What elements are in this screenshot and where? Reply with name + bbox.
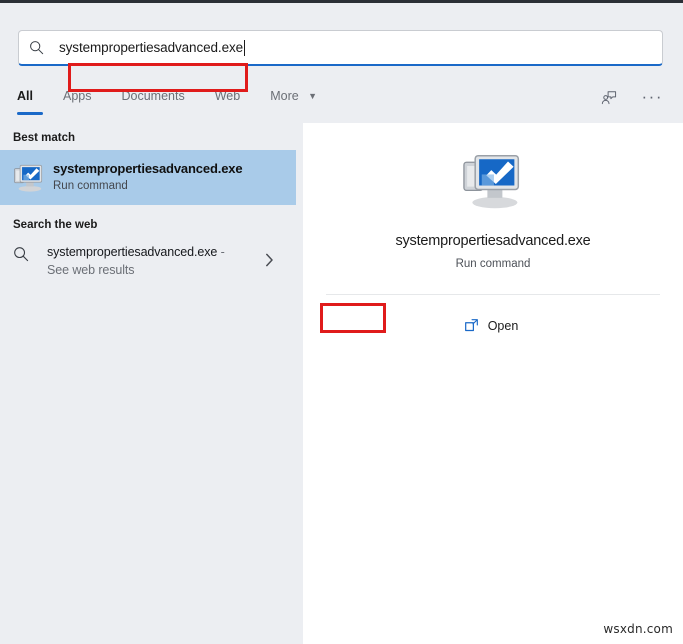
preview-subtitle: Run command xyxy=(455,258,531,270)
open-button-label: Open xyxy=(487,318,519,333)
open-external-icon xyxy=(464,318,479,333)
results-panes: Best match systempropertiesadvanced.exe … xyxy=(0,123,683,644)
tab-apps[interactable]: Apps xyxy=(63,81,108,103)
tab-documents-label: Documents xyxy=(121,89,185,103)
web-result-query: systempropertiesadvanced.exe xyxy=(47,245,218,259)
search-web-heading: Search the web xyxy=(13,219,98,231)
more-options-ellipsis[interactable]: ··· xyxy=(642,88,663,105)
best-match-subtitle: Run command xyxy=(53,180,128,192)
filter-tabs-row: All Apps Documents Web More ▼ ··· xyxy=(0,81,683,123)
best-match-title: systempropertiesadvanced.exe xyxy=(53,161,243,176)
filter-tabs: All Apps Documents Web More ▼ xyxy=(0,81,347,115)
web-result-row[interactable]: systempropertiesadvanced.exe - See web r… xyxy=(0,237,296,285)
preview-title: systempropertiesadvanced.exe xyxy=(395,233,591,249)
results-list-pane: Best match systempropertiesadvanced.exe … xyxy=(0,123,296,644)
best-match-result-row[interactable]: systempropertiesadvanced.exe Run command xyxy=(0,150,296,205)
chevron-down-icon: ▼ xyxy=(308,91,318,101)
tab-active-underline xyxy=(17,112,43,115)
watermark: wsxdn.com xyxy=(603,622,673,636)
tab-web-label: Web xyxy=(214,89,241,103)
best-match-heading: Best match xyxy=(13,132,75,144)
tab-all[interactable]: All xyxy=(17,81,49,115)
search-icon xyxy=(19,40,53,55)
best-match-texts: systempropertiesadvanced.exe Run command xyxy=(49,161,243,194)
system-properties-monitor-icon xyxy=(13,163,49,193)
search-bar-container: systempropertiesadvanced.exe xyxy=(18,30,663,92)
windows-search-flyout: systempropertiesadvanced.exe All Apps Do… xyxy=(0,0,683,644)
preview-divider xyxy=(326,294,660,295)
search-query-text: systempropertiesadvanced.exe xyxy=(59,40,244,55)
search-input[interactable]: systempropertiesadvanced.exe xyxy=(53,31,662,64)
tab-web[interactable]: Web xyxy=(215,81,256,103)
feedback-person-icon[interactable] xyxy=(598,86,620,108)
chevron-right-icon[interactable] xyxy=(265,253,274,270)
text-caret xyxy=(244,39,246,56)
web-result-text: systempropertiesadvanced.exe - See web r… xyxy=(47,243,242,279)
tab-documents[interactable]: Documents xyxy=(121,81,200,103)
search-icon xyxy=(13,243,47,262)
tab-all-label: All xyxy=(17,89,33,103)
tab-more-label: More xyxy=(270,89,299,103)
preview-actions: Open xyxy=(303,312,683,339)
header-actions: ··· xyxy=(598,81,683,108)
search-bar[interactable]: systempropertiesadvanced.exe xyxy=(18,30,663,66)
open-button[interactable]: Open xyxy=(454,312,533,339)
preview-pane: systempropertiesadvanced.exe Run command… xyxy=(303,123,683,644)
preview-content: systempropertiesadvanced.exe Run command xyxy=(303,123,683,270)
system-properties-monitor-icon xyxy=(461,149,525,213)
tab-apps-label: Apps xyxy=(62,89,92,103)
tab-more[interactable]: More ▼ xyxy=(270,81,333,103)
